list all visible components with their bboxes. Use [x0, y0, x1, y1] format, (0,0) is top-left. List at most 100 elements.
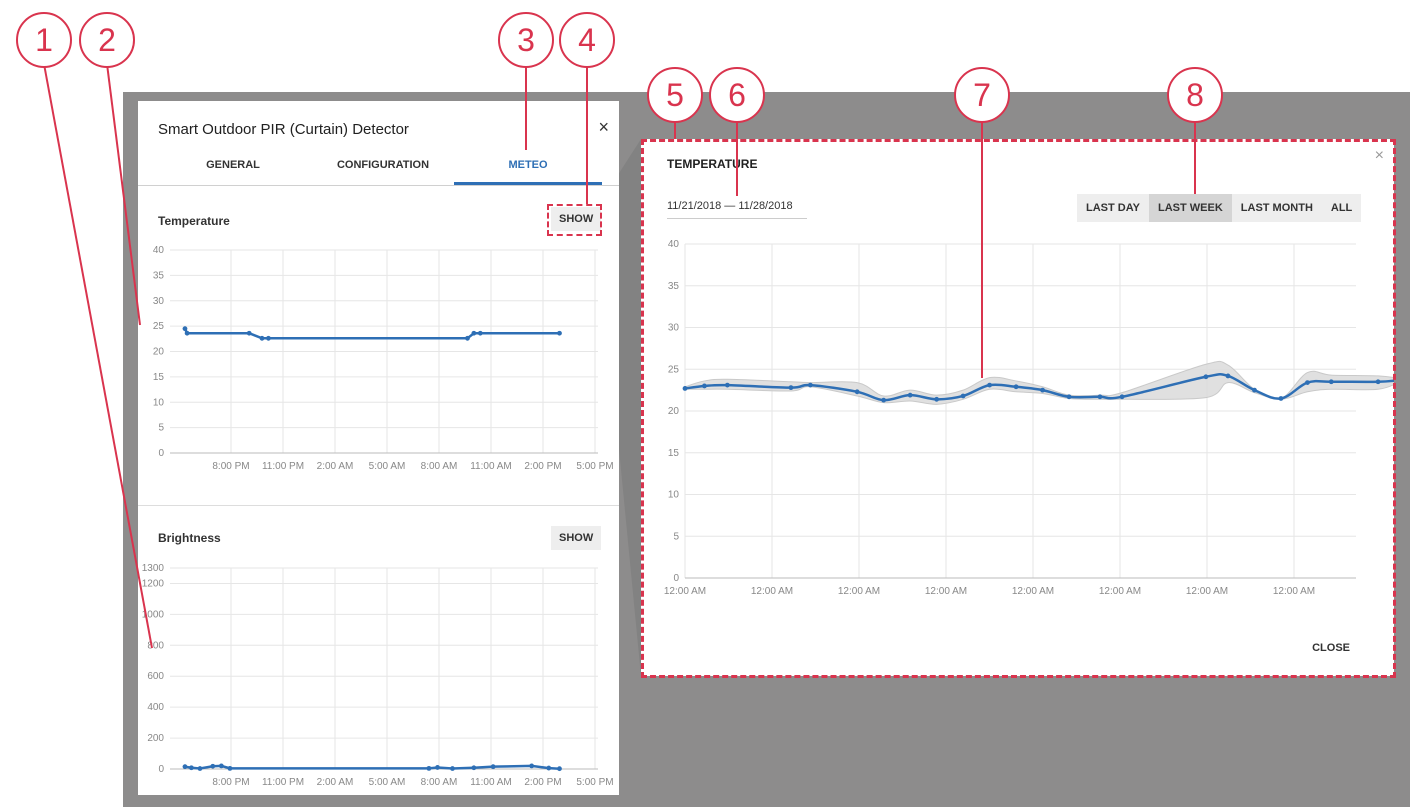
data-point: [960, 393, 966, 399]
data-point: [1097, 394, 1103, 400]
y-tick-label: 40: [153, 245, 165, 256]
x-tick-label: 12:00 AM: [1186, 586, 1228, 597]
y-tick-label: 200: [147, 733, 164, 744]
range-band: [684, 360, 1394, 405]
x-tick-label: 11:00 AM: [470, 777, 512, 788]
dialog-title: Smart Outdoor PIR (Curtain) Detector: [158, 121, 409, 138]
callout-1: 1: [16, 12, 72, 68]
x-tick-label: 8:00 AM: [421, 461, 458, 472]
expanded-temperature-chart: 0 5 10 15 20 25 30 35 40 12:00 AM 12:00 AM 12:00 AM…: [664, 239, 1394, 597]
y-tick-label: 35: [153, 270, 165, 281]
x-tick-label: 12:00 AM: [1099, 586, 1141, 597]
data-point: [210, 763, 216, 769]
data-point: [1013, 384, 1019, 390]
data-point: [702, 383, 707, 389]
x-tick-label: 11:00 PM: [262, 777, 304, 788]
data-point: [465, 335, 470, 341]
y-tick-label: 5: [158, 423, 164, 434]
y-tick-label: 15: [153, 372, 165, 383]
range-button-group: LAST DAY LAST WEEK LAST MONTH ALL: [1077, 194, 1362, 222]
data-point: [1203, 374, 1209, 380]
range-all-button[interactable]: ALL: [1322, 194, 1361, 222]
data-point: [557, 766, 562, 772]
show-button-highlight: [547, 204, 602, 236]
data-point: [450, 766, 455, 771]
series-line: [184, 764, 560, 770]
callout-2: 2: [79, 12, 135, 68]
data-point: [1328, 379, 1334, 385]
range-last-month-button[interactable]: LAST MONTH: [1232, 194, 1322, 222]
tab-bar: GENERAL CONFIGURATION METEO: [138, 153, 619, 186]
series-line: [183, 328, 560, 340]
data-point: [266, 335, 271, 341]
data-point: [435, 765, 440, 770]
x-tick-label: 11:00 PM: [262, 461, 304, 472]
tab-meteo[interactable]: METEO: [454, 159, 602, 171]
data-point: [807, 382, 813, 388]
data-point: [1225, 373, 1231, 379]
data-point: [259, 335, 265, 341]
panel-title: TEMPERATURE: [667, 157, 758, 171]
x-tick-label: 12:00 AM: [838, 586, 880, 597]
close-button[interactable]: CLOSE: [1312, 642, 1350, 654]
callout-7: 7: [954, 67, 1010, 123]
y-tick-label: 30: [153, 296, 165, 307]
close-icon[interactable]: ×: [1375, 147, 1384, 165]
temperature-section-title: Temperature: [158, 214, 230, 228]
data-point: [1040, 387, 1045, 393]
close-icon[interactable]: ×: [598, 117, 609, 138]
callout-5: 5: [647, 67, 703, 123]
y-tick-label: 400: [147, 702, 164, 713]
brightness-section-title: Brightness: [158, 531, 221, 545]
x-tick-label: 12:00 AM: [664, 586, 706, 597]
callout-6: 6: [709, 67, 765, 123]
data-point: [227, 765, 233, 771]
data-point: [490, 764, 496, 770]
data-point: [907, 392, 913, 398]
y-tick-label: 30: [668, 323, 680, 334]
data-point: [934, 396, 940, 402]
temperature-chart: 0 5 10 15 20 25 30 35 40 8:00 PM 11:00 PM 2:00 AM 5:…: [153, 245, 614, 472]
y-tick-label: 1200: [142, 578, 165, 589]
y-tick-label: 25: [153, 321, 165, 332]
data-point: [788, 385, 794, 391]
x-tick-label: 12:00 AM: [925, 586, 967, 597]
data-point: [477, 330, 483, 336]
expanded-temperature-panel: TEMPERATURE × 11/21/2018 — 11/28/2018 LA…: [641, 139, 1394, 676]
data-point: [471, 765, 477, 771]
x-tick-label: 2:00 PM: [524, 461, 561, 472]
x-tick-label: 11:00 AM: [470, 461, 512, 472]
data-point: [724, 382, 730, 388]
data-point: [1278, 396, 1284, 401]
data-point: [557, 330, 562, 336]
y-tick-label: 10: [668, 490, 680, 501]
data-point: [682, 386, 688, 391]
brightness-show-button[interactable]: SHOW: [551, 526, 602, 550]
data-point: [189, 765, 194, 771]
tab-general[interactable]: GENERAL: [178, 159, 288, 171]
x-tick-label: 2:00 AM: [317, 777, 354, 788]
data-point: [426, 765, 432, 771]
x-tick-label: 12:00 AM: [1273, 586, 1315, 597]
data-point: [1066, 394, 1072, 400]
data-point: [182, 326, 188, 332]
data-point: [987, 382, 992, 388]
data-point: [1375, 379, 1381, 385]
tab-configuration[interactable]: CONFIGURATION: [313, 159, 453, 171]
data-point: [184, 330, 190, 336]
y-tick-label: 10: [153, 397, 165, 408]
data-point: [471, 330, 477, 336]
data-point: [1252, 387, 1257, 393]
range-last-day-button[interactable]: LAST DAY: [1077, 194, 1149, 222]
y-tick-label: 0: [158, 448, 164, 459]
data-point: [218, 763, 224, 769]
x-tick-label: 5:00 AM: [369, 461, 406, 472]
y-tick-label: 0: [158, 764, 164, 775]
range-last-week-button[interactable]: LAST WEEK: [1149, 194, 1232, 222]
data-point: [182, 764, 188, 770]
x-tick-label: 5:00 PM: [576, 777, 613, 788]
date-range-field[interactable]: 11/21/2018 — 11/28/2018: [667, 200, 807, 219]
data-point: [1119, 394, 1125, 400]
data-point: [546, 765, 552, 771]
y-tick-label: 40: [668, 239, 680, 250]
